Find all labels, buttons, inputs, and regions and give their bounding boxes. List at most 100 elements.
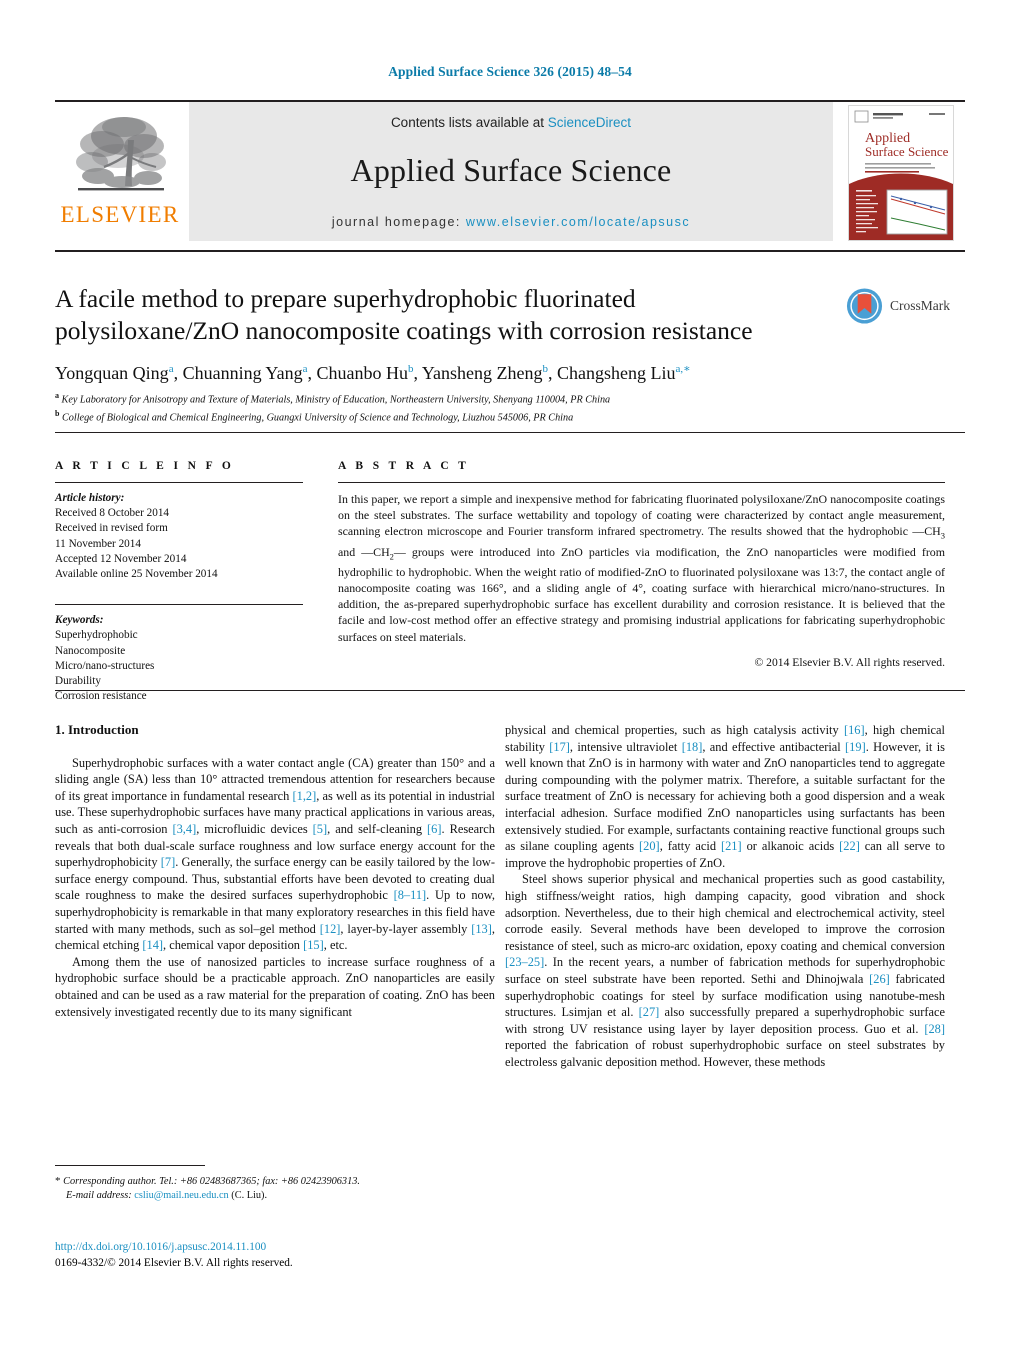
intro-paragraph-1: Superhydrophobic surfaces with a water c…: [55, 755, 495, 954]
info-divider: [55, 432, 965, 433]
p1-t11: , etc.: [323, 938, 348, 953]
keyword-4: Durability: [55, 675, 101, 688]
p2-t1: Among them the use of nanosized particle…: [55, 954, 495, 1019]
footnote-divider: [55, 1165, 205, 1166]
citation-5[interactable]: [5]: [313, 822, 327, 836]
citation-7[interactable]: [7]: [161, 855, 175, 869]
citation-27[interactable]: [27]: [639, 1005, 660, 1019]
article-history-block: Article history: Received 8 October 2014…: [55, 491, 303, 582]
article-title: A facile method to prepare superhydropho…: [55, 284, 753, 345]
intro-paragraph-4: Steel shows superior physical and mechan…: [505, 871, 945, 1070]
author-3: Chuanbo Hu: [316, 363, 408, 383]
p3-t5: . However, it is well known that ZnO is …: [505, 739, 945, 854]
citation-1-2[interactable]: [1,2]: [293, 789, 317, 803]
history-item-5: Available online 25 November 2014: [55, 568, 218, 581]
p3-t3: , intensive ultraviolet: [569, 739, 682, 754]
author-sep-3: ,: [413, 363, 422, 383]
footnote-star: *: [55, 1175, 61, 1187]
doi-link[interactable]: http://dx.doi.org/10.1016/j.apsusc.2014.…: [55, 1240, 495, 1256]
journal-homepage-line: journal homepage: www.elsevier.com/locat…: [189, 215, 833, 229]
abstract-part-1: In this paper, we report a simple and in…: [338, 492, 945, 539]
journal-homepage-link[interactable]: www.elsevier.com/locate/apsusc: [466, 215, 690, 229]
sciencedirect-link[interactable]: ScienceDirect: [548, 115, 631, 130]
email-label: E-mail address:: [66, 1190, 132, 1201]
history-item-2: Received in revised form: [55, 522, 168, 535]
publisher-logo: ELSEVIER: [55, 102, 185, 241]
abstract-sub-1: 3: [940, 530, 945, 541]
author-5-affiliation-marker: a,: [675, 363, 684, 375]
abstract-part-3: — groups were introduced into ZnO partic…: [338, 544, 945, 644]
article-info-rule-2: [55, 604, 303, 606]
citation-22[interactable]: [22]: [839, 839, 860, 853]
abstract-part-2: and —CH: [338, 544, 390, 559]
journal-masthead: ELSEVIER Contents lists available at Sci…: [55, 100, 965, 241]
citation-18[interactable]: [18]: [682, 740, 703, 754]
doi-block: http://dx.doi.org/10.1016/j.apsusc.2014.…: [55, 1240, 495, 1271]
article-history-label: Article history:: [55, 492, 125, 504]
crossmark-badge[interactable]: CrossMark: [845, 282, 950, 330]
author-sep-4: ,: [548, 363, 557, 383]
keyword-2: Nanocomposite: [55, 644, 126, 657]
cover-artwork: Applied Surface Science: [849, 106, 953, 240]
citation-12[interactable]: [12]: [320, 922, 341, 936]
svg-text:Surface Science: Surface Science: [865, 144, 949, 159]
contents-lists-line: Contents lists available at ScienceDirec…: [189, 115, 833, 130]
body-column-left: 1. Introduction Superhydrophobic surface…: [55, 722, 495, 1020]
citation-19[interactable]: [19]: [845, 740, 866, 754]
section-heading-introduction: 1. Introduction: [55, 722, 139, 737]
history-item-1: Received 8 October 2014: [55, 507, 170, 520]
article-first-page: Applied Surface Science 326 (2015) 48–54: [0, 0, 1020, 1351]
p3-t7: or alkanoic acids: [741, 839, 840, 854]
intro-paragraph-2: Among them the use of nanosized particle…: [55, 954, 495, 1020]
corresponding-author-marker[interactable]: ∗: [683, 363, 690, 375]
citation-16[interactable]: [16]: [844, 723, 865, 737]
corresponding-author-text: Corresponding author. Tel.: +86 02483687…: [63, 1176, 360, 1187]
author-1: Yongquan Qing: [55, 363, 169, 383]
abstract-heading: A B S T R A C T: [338, 460, 470, 472]
affiliation-b: b College of Biological and Chemical Eng…: [55, 407, 875, 425]
author-list: Yongquan Qinga, Chuanning Yanga, Chuanbo…: [55, 358, 845, 385]
author-4: Yansheng Zheng: [421, 363, 543, 383]
cover-image: Applied Surface Science: [848, 105, 954, 241]
email-suffix: (C. Liu).: [231, 1190, 268, 1201]
citation-6[interactable]: [6]: [427, 822, 441, 836]
corresponding-author-note: * Corresponding author. Tel.: +86 024836…: [55, 1174, 495, 1189]
body-divider: [55, 690, 965, 691]
citation-20[interactable]: [20]: [639, 839, 660, 853]
body-column-right: physical and chemical properties, such a…: [505, 722, 945, 1070]
homepage-prefix: journal homepage:: [331, 215, 466, 229]
p1-t8: , layer-by-layer assembly: [340, 921, 472, 936]
title-divider: [55, 250, 965, 252]
footnote-block: * Corresponding author. Tel.: +86 024836…: [55, 1174, 495, 1203]
citation-13[interactable]: [13]: [471, 922, 492, 936]
keyword-1: Superhydrophobic: [55, 629, 138, 642]
affiliation-a-marker: a: [55, 391, 59, 400]
citation-8-11[interactable]: [8–11]: [394, 888, 427, 902]
citation-17[interactable]: [17]: [549, 740, 570, 754]
affiliation-list: a Key Laboratory for Anisotropy and Text…: [55, 389, 875, 424]
journal-title: Applied Surface Science: [350, 152, 672, 188]
crossmark-label: CrossMark: [890, 298, 950, 313]
abstract-rule: [338, 482, 945, 483]
p4-t1: Steel shows superior physical and mechan…: [505, 872, 945, 953]
keyword-3: Micro/nano-structures: [55, 659, 155, 672]
p3-t6: , fatty acid: [659, 839, 721, 854]
contents-prefix: Contents lists available at: [390, 115, 548, 130]
abstract-column: A B S T R A C T In this paper, we report…: [338, 460, 945, 669]
citation-14[interactable]: [14]: [142, 938, 163, 952]
citation-3-4[interactable]: [3,4]: [172, 822, 196, 836]
citation-15[interactable]: [15]: [303, 938, 324, 952]
article-info-rule-1: [55, 482, 303, 483]
citation-23-25[interactable]: [23–25]: [505, 955, 544, 969]
intro-paragraph-3: physical and chemical properties, such a…: [505, 722, 945, 871]
masthead-center-panel: Contents lists available at ScienceDirec…: [189, 102, 833, 241]
publisher-wordmark: ELSEVIER: [60, 202, 180, 227]
citation-21[interactable]: [21]: [721, 839, 742, 853]
citation-26[interactable]: [26]: [869, 972, 890, 986]
email-note: E-mail address: csliu@mail.neu.edu.cn (C…: [55, 1189, 495, 1203]
p1-t3: , microfluidic devices: [196, 821, 313, 836]
history-item-3: 11 November 2014: [55, 537, 141, 550]
email-link[interactable]: csliu@mail.neu.edu.cn: [134, 1190, 228, 1201]
author-2: Chuanning Yang: [182, 363, 303, 383]
citation-28[interactable]: [28]: [924, 1022, 945, 1036]
